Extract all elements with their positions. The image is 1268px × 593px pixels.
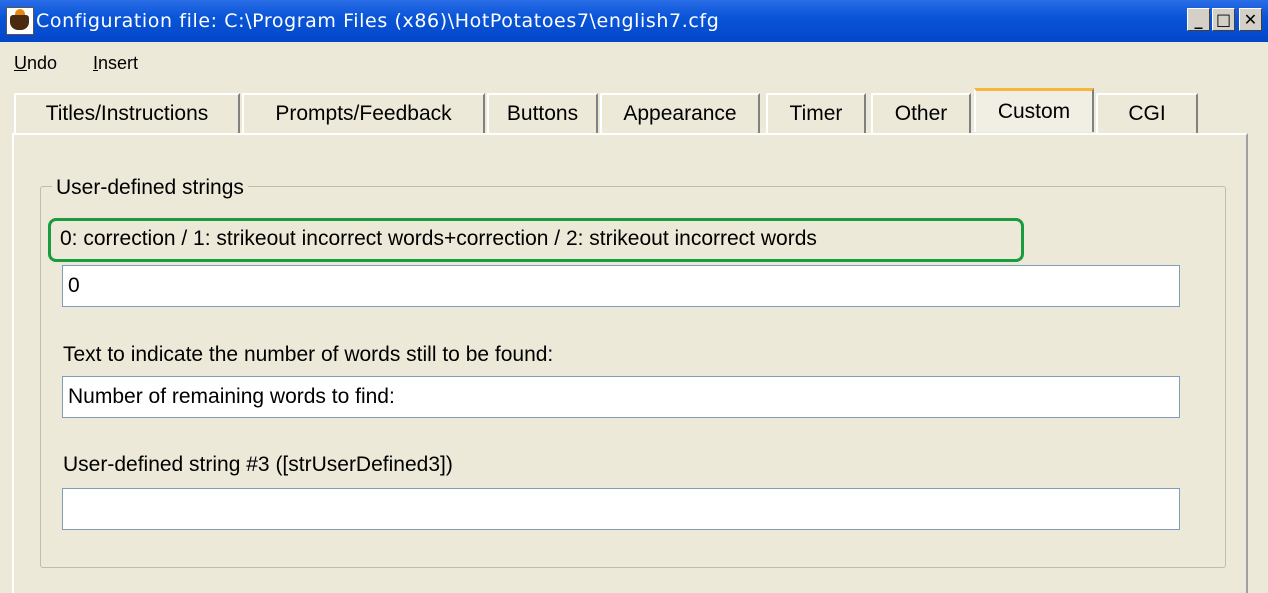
tab-titles-instructions[interactable]: Titles/Instructions (14, 93, 240, 133)
menu-bar: Undo Insert (0, 42, 1268, 86)
field-label-user-defined-3: User-defined string #3 ([strUserDefined3… (63, 453, 453, 476)
tab-other[interactable]: Other (871, 93, 971, 133)
tab-appearance[interactable]: Appearance (600, 93, 760, 133)
hot-potatoes-icon[interactable] (6, 7, 34, 35)
tab-custom[interactable]: Custom (974, 88, 1094, 132)
remaining-words-input[interactable] (62, 376, 1180, 418)
tab-timer[interactable]: Timer (766, 93, 866, 133)
minimize-button[interactable]: _ (1187, 8, 1210, 31)
group-title: User-defined strings (52, 176, 248, 200)
maximize-button[interactable]: □ (1212, 8, 1235, 31)
close-button[interactable]: ✕ (1239, 8, 1262, 31)
menu-undo[interactable]: Undo (14, 53, 57, 74)
title-bar: Configuration file: C:\Program Files (x8… (0, 0, 1268, 42)
tab-prompts-feedback[interactable]: Prompts/Feedback (242, 93, 485, 133)
field-label-remaining-words: Text to indicate the number of words sti… (63, 343, 554, 366)
tab-cgi[interactable]: CGI (1096, 93, 1198, 133)
field-label-correction-mode: 0: correction / 1: strikeout incorrect w… (60, 227, 817, 250)
user-defined-3-input[interactable] (62, 488, 1180, 530)
tab-buttons[interactable]: Buttons (487, 93, 598, 133)
window-title: Configuration file: C:\Program Files (x8… (36, 10, 720, 32)
menu-insert[interactable]: Insert (93, 53, 138, 74)
correction-mode-input[interactable] (62, 265, 1180, 307)
